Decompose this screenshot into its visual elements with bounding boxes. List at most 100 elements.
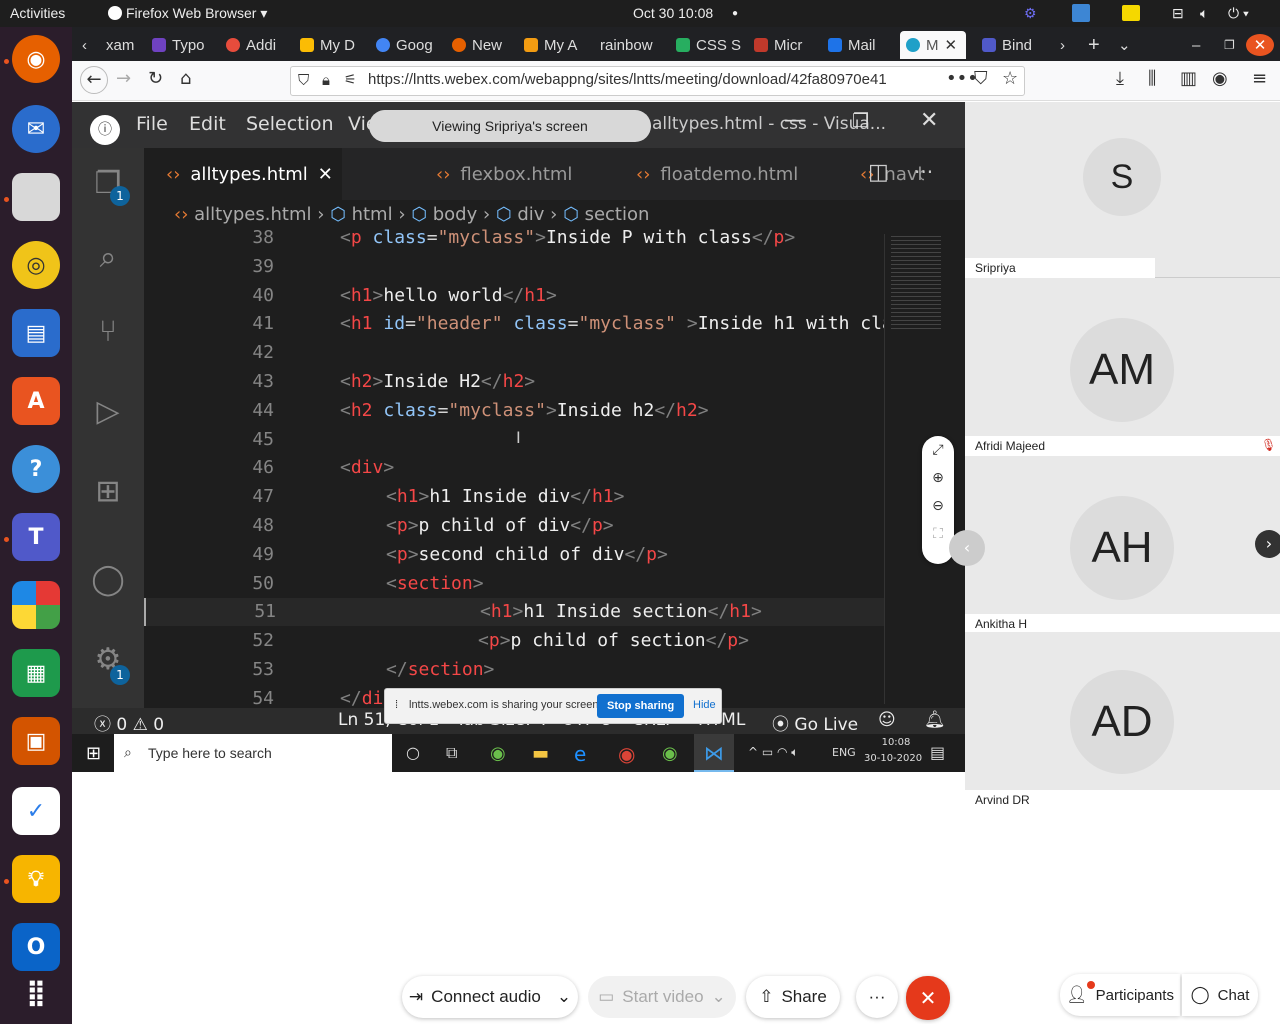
rhythmbox-icon[interactable]: ◎ [12, 241, 60, 289]
tab[interactable]: xam [100, 31, 144, 59]
zoom-in-icon[interactable]: ⊕ [922, 470, 954, 486]
activities-button[interactable]: Activities [10, 5, 65, 21]
taskbar-date[interactable]: 30-10-2020 [864, 753, 922, 764]
task-view-icon[interactable]: ⧉ [446, 743, 457, 763]
files-icon[interactable] [12, 173, 60, 221]
next-page-icon[interactable]: › [1255, 530, 1280, 558]
help-icon[interactable]: ? [12, 445, 60, 493]
more-actions-icon[interactable]: ··· [914, 160, 933, 184]
code-editor[interactable]: 38 <p class="myclass">Inside P with class… [144, 227, 893, 709]
sidebar-icon[interactable]: ▥ [1180, 68, 1197, 89]
url-text[interactable]: https://lntts.webex.com/webappng/sites/l… [368, 71, 943, 88]
tab[interactable]: Typo [146, 31, 218, 59]
participants-button[interactable]: 👤︎ Participants [1060, 974, 1180, 1016]
power-icon[interactable]: ⏻ ▾ [1228, 5, 1249, 22]
vscode-minimize-icon[interactable]: — [784, 108, 806, 133]
code-line[interactable]: 39 [144, 253, 884, 281]
fit-icon[interactable]: ⛶ [922, 526, 954, 542]
code-line[interactable]: 41 <h1 id="header" class="myclass" >Insid… [144, 310, 892, 338]
app-icon[interactable]: ◉ [490, 743, 506, 764]
accounts-icon[interactable]: ◯ [88, 562, 128, 602]
close-icon[interactable]: ✕ [945, 36, 958, 54]
previous-page-icon[interactable]: ‹ [949, 530, 985, 566]
tab[interactable]: New [446, 31, 516, 59]
calc-icon[interactable]: ▦ [12, 649, 60, 697]
taskbar-search[interactable]: ⌕ Type here to search [114, 734, 392, 772]
info-icon[interactable]: ⓘ [90, 115, 120, 145]
zoom-out-icon[interactable]: ⊖ [922, 498, 954, 514]
taskbar-time[interactable]: 10:08 [876, 737, 916, 748]
new-tab-icon[interactable]: + [1082, 31, 1106, 59]
breadcrumb-item[interactable]: alltypes.html [194, 204, 311, 225]
lock-icon[interactable]: 🔒︎ [322, 71, 330, 89]
outlook-icon[interactable]: O [12, 923, 60, 971]
breadcrumb-item[interactable]: section [585, 204, 650, 225]
tab[interactable]: Mail [822, 31, 896, 59]
tab[interactable]: Addi [220, 31, 292, 59]
bell-icon[interactable]: 🔔︎ [924, 710, 946, 730]
editor-tab-alltypes[interactable]: ‹› alltypes.html ✕ [144, 148, 342, 200]
impress-icon[interactable]: ▣ [12, 717, 60, 765]
tray-icons[interactable]: ^ ▭ ◠ 🔈︎ [748, 745, 799, 760]
share-button[interactable]: ⇧ Share [746, 976, 840, 1018]
code-line[interactable]: 48 <p>p child of div</p> [144, 512, 884, 540]
menu-selection[interactable]: Selection [246, 113, 334, 135]
expand-icon[interactable]: ⤢ [922, 442, 954, 458]
volume-icon[interactable]: 🔈︎ [1200, 5, 1208, 22]
tab[interactable]: My D [294, 31, 368, 59]
app-menu[interactable]: Firefox Web Browser ▾ [108, 5, 267, 22]
app-icon[interactable]: ◉ [662, 743, 678, 764]
editor-tab-floatdemo[interactable]: ‹› floatdemo.html [614, 148, 838, 200]
explorer-icon[interactable]: ▬ [532, 743, 549, 764]
more-options-button[interactable]: ··· [856, 976, 898, 1018]
bookmark-star-icon[interactable]: ☆ [1002, 68, 1018, 89]
vscode-taskbar-icon[interactable]: ⋈ [694, 734, 734, 772]
participant-tile[interactable]: AM Afridi Majeed 🎙︎ [965, 278, 1280, 456]
chrome-icon[interactable]: ◉ [618, 742, 635, 766]
menu-file[interactable]: File [136, 113, 168, 135]
tab-active[interactable]: M ✕ [900, 31, 966, 59]
tab[interactable]: My A [518, 31, 590, 59]
notes-tray-icon[interactable] [1122, 5, 1140, 21]
run-debug-icon[interactable]: ▷ [88, 394, 128, 434]
bulb-icon[interactable]: 💡︎ [12, 855, 60, 903]
thunderbird-icon[interactable]: ✉ [12, 105, 60, 153]
breadcrumb-item[interactable]: body [433, 204, 478, 225]
menu-edit[interactable]: Edit [189, 113, 226, 135]
restore-icon[interactable]: ❐ [1218, 31, 1238, 59]
vscode-restore-icon[interactable]: ❐ [852, 110, 869, 132]
teams-icon[interactable]: T [12, 513, 60, 561]
participant-tile[interactable]: S Sripriya [965, 102, 1280, 278]
network-icon[interactable]: ⊟ [1172, 5, 1184, 22]
stop-sharing-button[interactable]: Stop sharing [597, 694, 685, 718]
code-line[interactable]: 49 <p>second child of div</p> [144, 541, 884, 569]
language-indicator[interactable]: ENG [832, 746, 856, 759]
code-line[interactable]: 45 [144, 426, 884, 454]
forward-icon[interactable]: → [116, 68, 131, 89]
split-editor-icon[interactable]: ◫ [868, 160, 889, 185]
extensions-icon[interactable]: ⊞ [88, 474, 128, 514]
app-grid-icon[interactable]: ⣿ [12, 969, 60, 1017]
participant-tile[interactable]: AD Arvind DR [965, 632, 1280, 810]
minimize-icon[interactable]: – [1186, 31, 1206, 59]
source-control-icon[interactable]: ⑂ [88, 314, 128, 354]
account-icon[interactable]: ◉ [1212, 68, 1228, 89]
leave-meeting-button[interactable]: ✕ [906, 976, 950, 1020]
permissions-icon[interactable]: ⚟ [344, 72, 357, 88]
clock[interactable]: Oct 30 10:08 [633, 5, 713, 21]
shield-icon[interactable]: ⛉ [298, 71, 309, 89]
code-line[interactable]: 53 </section> [144, 656, 884, 684]
tab[interactable]: Micr [748, 31, 820, 59]
start-video-button[interactable]: ▭ Start video ⌄ [588, 976, 736, 1018]
search-icon[interactable]: ⌕ [88, 240, 128, 280]
todo-icon[interactable]: ✓ [12, 787, 60, 835]
tabs-scroll-left-icon[interactable]: ‹ [76, 31, 98, 59]
home-icon[interactable]: ⌂ [180, 68, 191, 89]
downloads-icon[interactable]: ⤓ [1116, 68, 1124, 89]
code-line[interactable]: 47 <h1>h1 Inside div</h1> [144, 483, 884, 511]
breadcrumb-item[interactable]: html [352, 204, 393, 225]
pocket-icon[interactable]: ⛉ [974, 68, 988, 89]
writer-icon[interactable]: ▤ [12, 309, 60, 357]
tab[interactable]: CSS S [670, 31, 742, 59]
connect-audio-button[interactable]: ⇥ Connect audio ⌄ [402, 976, 578, 1018]
